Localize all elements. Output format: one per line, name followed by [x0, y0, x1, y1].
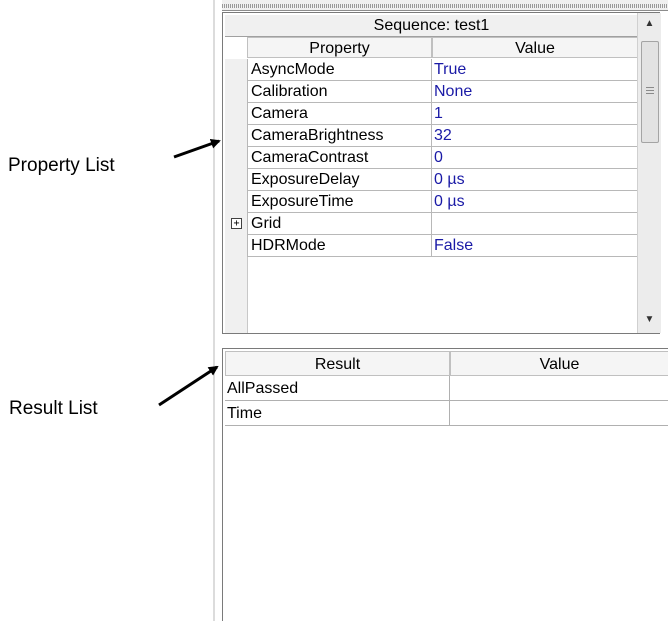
expand-plus-icon[interactable]: + [231, 218, 242, 229]
scrollbar-thumb[interactable] [641, 41, 659, 143]
property-name: CameraContrast [247, 147, 432, 169]
property-row[interactable]: Camera 1 [225, 103, 638, 125]
property-list[interactable]: Sequence: test1 Property Value AsyncMode… [222, 12, 660, 334]
property-list-header: Property Value [223, 37, 638, 59]
property-value[interactable] [432, 213, 638, 235]
result-list[interactable]: Result Value AllPassed Time [222, 348, 668, 621]
column-header-result[interactable]: Result [225, 351, 450, 376]
property-name: Calibration [247, 81, 432, 103]
column-header-property[interactable]: Property [247, 37, 432, 58]
column-header-result-value[interactable]: Value [450, 351, 668, 376]
thumb-grip-icon [646, 87, 654, 94]
property-row[interactable]: AsyncMode True [225, 59, 638, 81]
property-value[interactable]: 0 µs [432, 169, 638, 191]
result-value [450, 376, 668, 401]
property-value[interactable]: 32 [432, 125, 638, 147]
property-name: CameraBrightness [247, 125, 432, 147]
result-name: Time [225, 401, 450, 426]
scroll-down-arrow-icon[interactable]: ▼ [638, 309, 661, 331]
property-list-arrow [173, 138, 221, 159]
property-row[interactable]: Calibration None [225, 81, 638, 103]
result-row[interactable]: Time [225, 401, 668, 426]
property-row[interactable]: HDRMode False [225, 235, 638, 257]
property-list-scrollbar[interactable]: ▲ ▼ [637, 13, 661, 333]
property-value[interactable]: 0 µs [432, 191, 638, 213]
result-name: AllPassed [225, 376, 450, 401]
property-name: ExposureDelay [247, 169, 432, 191]
scroll-up-arrow-icon[interactable]: ▲ [638, 13, 661, 35]
result-row[interactable]: AllPassed [225, 376, 668, 401]
property-row[interactable]: ExposureTime 0 µs [225, 191, 638, 213]
result-value [450, 401, 668, 426]
sequence-caption: Sequence: test1 [225, 15, 638, 37]
property-row[interactable]: ExposureDelay 0 µs [225, 169, 638, 191]
property-name: Grid [247, 213, 432, 235]
column-header-value[interactable]: Value [432, 37, 638, 58]
property-value[interactable]: 0 [432, 147, 638, 169]
property-row[interactable]: CameraContrast 0 [225, 147, 638, 169]
property-name: HDRMode [247, 235, 432, 257]
result-list-header: Result Value [225, 351, 668, 376]
property-value[interactable]: 1 [432, 103, 638, 125]
property-name: Camera [247, 103, 432, 125]
property-name: AsyncMode [247, 59, 432, 81]
property-value[interactable]: True [432, 59, 638, 81]
property-name: ExposureTime [247, 191, 432, 213]
result-list-arrow [158, 365, 219, 407]
property-row[interactable]: + Grid [225, 213, 638, 235]
property-value[interactable]: None [432, 81, 638, 103]
property-value[interactable]: False [432, 235, 638, 257]
property-row[interactable]: CameraBrightness 32 [225, 125, 638, 147]
